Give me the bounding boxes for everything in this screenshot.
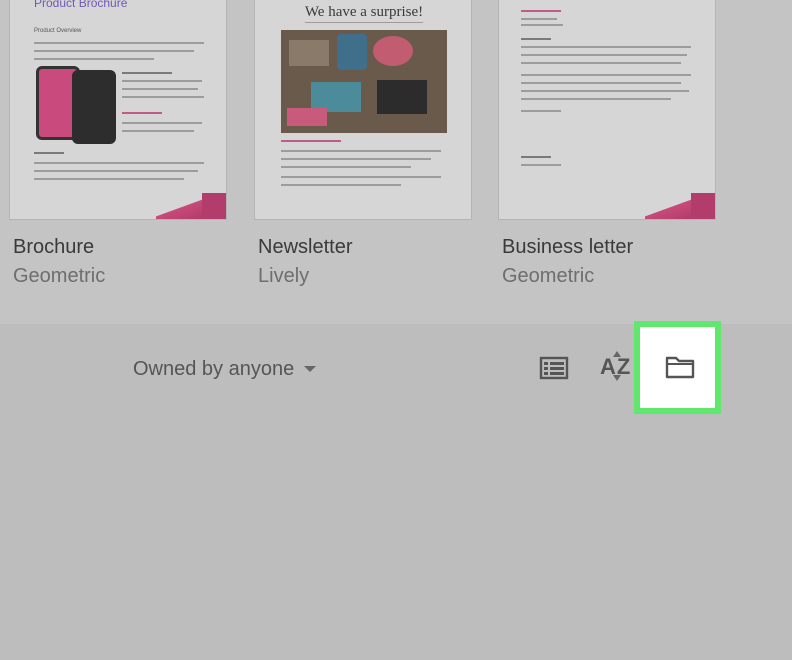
folder-button[interactable] bbox=[664, 353, 696, 381]
brochure-style: Geometric bbox=[13, 265, 106, 287]
template-gallery: Product Brochure Product Overview Brochu… bbox=[0, 0, 792, 324]
sort-button[interactable]: AZ bbox=[598, 348, 638, 384]
folder-button-highlight[interactable] bbox=[634, 321, 721, 414]
sort-label: AZ bbox=[600, 354, 632, 379]
newsletter-style: Lively bbox=[258, 265, 310, 287]
phone-image-back bbox=[72, 70, 116, 144]
owner-filter-dropdown[interactable]: Owned by anyone bbox=[133, 357, 317, 381]
list-view-icon bbox=[539, 356, 569, 380]
newsletter-preview-title: We have a surprise! bbox=[304, 4, 424, 20]
owner-filter-label: Owned by anyone bbox=[133, 357, 295, 380]
brochure-preview-heading: Product Overview bbox=[34, 28, 82, 34]
caret-down-icon bbox=[304, 366, 317, 372]
business-letter-style: Geometric bbox=[502, 265, 595, 287]
newsletter-thumbnail[interactable]: We have a surprise! bbox=[254, 0, 472, 220]
business-letter-name: Business letter bbox=[502, 236, 634, 258]
list-view-button[interactable] bbox=[538, 354, 570, 382]
brochure-name: Brochure bbox=[13, 236, 95, 258]
folder-icon bbox=[665, 356, 695, 379]
newsletter-name: Newsletter bbox=[258, 236, 353, 258]
newsletter-photo bbox=[281, 30, 447, 133]
brochure-preview-title: Product Brochure bbox=[34, 0, 128, 10]
business-letter-thumbnail[interactable] bbox=[498, 0, 716, 220]
brochure-thumbnail[interactable]: Product Brochure Product Overview bbox=[9, 0, 227, 220]
